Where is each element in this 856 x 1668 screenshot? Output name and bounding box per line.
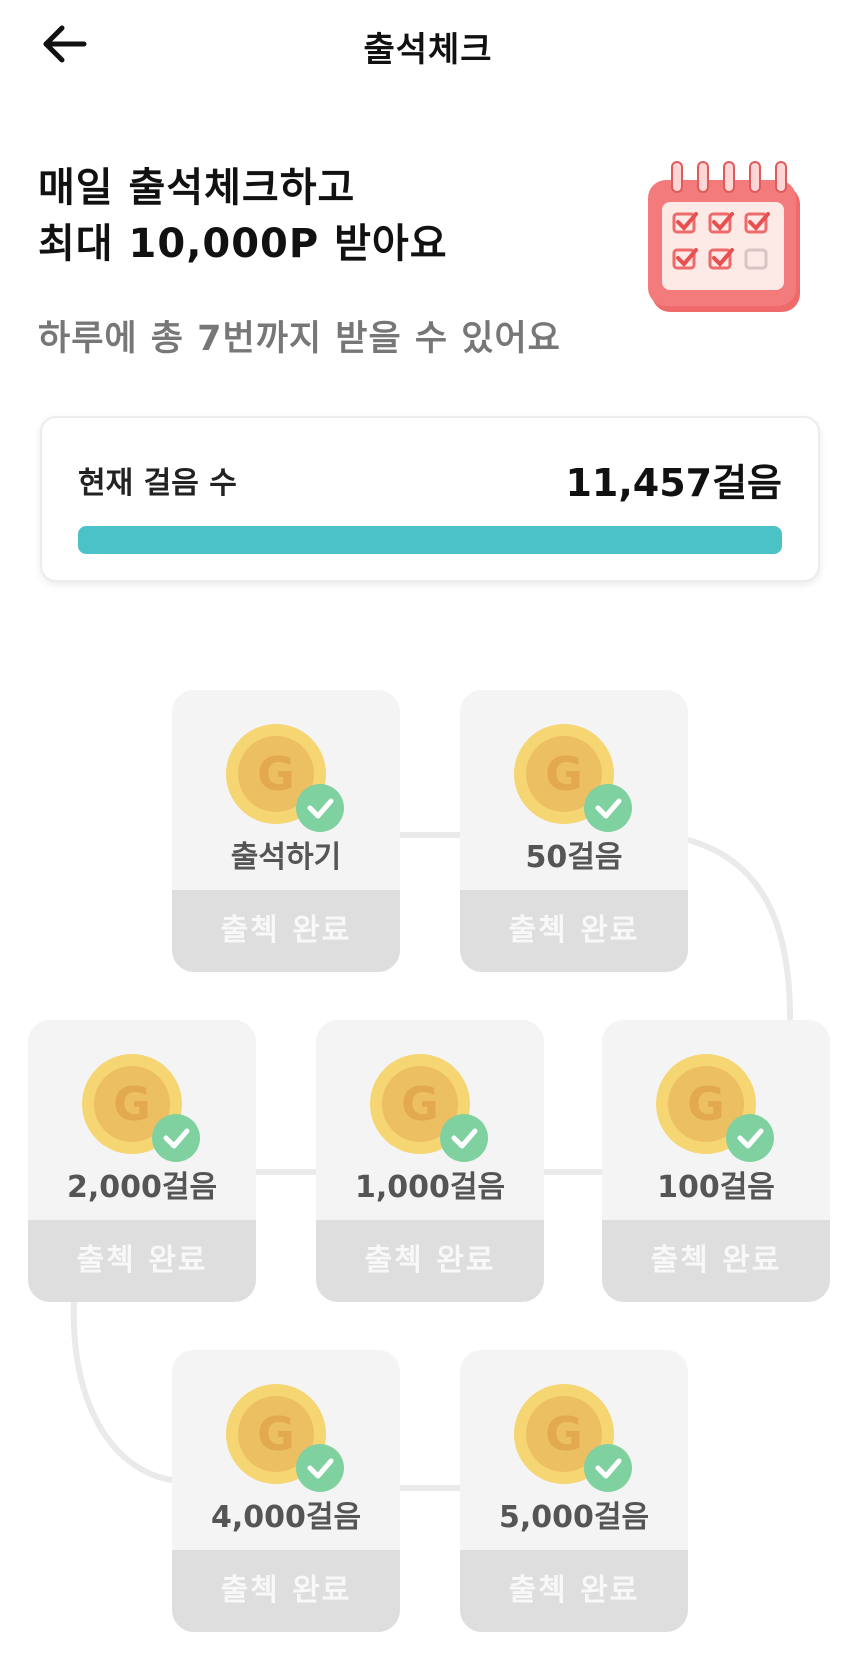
- coin-g-icon: G: [226, 1384, 344, 1492]
- svg-text:G: G: [257, 747, 295, 801]
- reward-status: 출첵 완료: [28, 1220, 256, 1302]
- svg-text:G: G: [687, 1077, 725, 1131]
- reward-label: 5,000걸음: [498, 1500, 650, 1535]
- reward-tile-checkin[interactable]: G 출석하기 출첵 완료: [172, 690, 400, 972]
- coin-g-icon: G: [514, 1384, 632, 1492]
- reward-status: 출첵 완료: [602, 1220, 830, 1302]
- reward-status: 출첵 완료: [460, 890, 688, 972]
- coin-g-icon: G: [370, 1054, 488, 1162]
- reward-label: 4,000걸음: [210, 1500, 362, 1535]
- reward-label: 2,000걸음: [66, 1170, 218, 1205]
- reward-tile-100-steps[interactable]: G 100걸음 출첵 완료: [602, 1020, 830, 1302]
- reward-label: 50걸음: [525, 840, 623, 875]
- reward-status: 출첵 완료: [460, 1550, 688, 1632]
- reward-label: 출석하기: [230, 840, 342, 875]
- reward-status: 출첵 완료: [316, 1220, 544, 1302]
- svg-text:G: G: [257, 1407, 295, 1461]
- reward-tile-50-steps[interactable]: G 50걸음 출첵 완료: [460, 690, 688, 972]
- svg-text:G: G: [545, 747, 583, 801]
- reward-tile-5000-steps[interactable]: G 5,000걸음 출첵 완료: [460, 1350, 688, 1632]
- reward-path: [70, 832, 793, 1491]
- svg-text:G: G: [113, 1077, 151, 1131]
- reward-label: 1,000걸음: [354, 1170, 506, 1205]
- coin-g-icon: G: [514, 724, 632, 832]
- reward-tile-1000-steps[interactable]: G 1,000걸음 출첵 완료: [316, 1020, 544, 1302]
- reward-tile-2000-steps[interactable]: G 2,000걸음 출첵 완료: [28, 1020, 256, 1302]
- svg-text:G: G: [545, 1407, 583, 1461]
- reward-tile-4000-steps[interactable]: G 4,000걸음 출첵 완료: [172, 1350, 400, 1632]
- reward-status: 출첵 완료: [172, 1550, 400, 1632]
- coin-g-icon: G: [82, 1054, 200, 1162]
- reward-label: 100걸음: [657, 1170, 775, 1205]
- reward-status: 출첵 완료: [172, 890, 400, 972]
- svg-text:G: G: [401, 1077, 439, 1131]
- coin-g-icon: G: [656, 1054, 774, 1162]
- coin-g-icon: G: [226, 724, 344, 832]
